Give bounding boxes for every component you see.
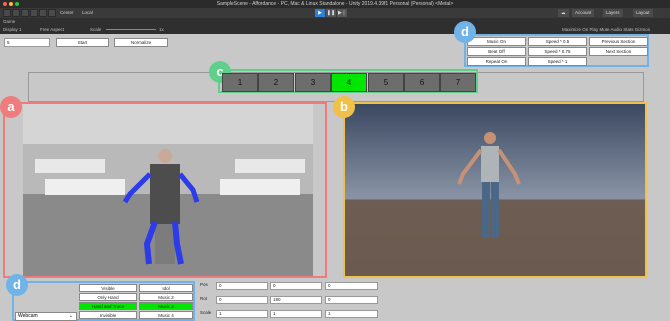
music-option-button[interactable]: Idol (139, 284, 193, 292)
number-button-4[interactable]: 4 (331, 73, 367, 92)
label-badge-a: a (0, 96, 22, 118)
game-view-options[interactable]: Maximize On Play Mute Audio Stats Gizmos (562, 27, 650, 32)
normalize-button[interactable]: Normalize (114, 38, 168, 47)
avatar-view (345, 104, 645, 276)
pivot-local-button[interactable]: Local (82, 10, 93, 16)
rect-tool-icon[interactable] (39, 9, 47, 17)
frame-input[interactable]: 5 (4, 38, 50, 47)
window-title: SampleScene - Affordance - PC, Mac & Lin… (216, 1, 454, 7)
music-on-button[interactable]: Music On (467, 37, 526, 46)
zoom-window-icon[interactable] (15, 2, 19, 6)
number-button-1[interactable]: 1 (222, 73, 258, 92)
number-button-5[interactable]: 5 (368, 73, 404, 92)
visibility-option-button[interactable]: Hand and Trace (79, 302, 137, 310)
number-button-6[interactable]: 6 (404, 73, 440, 92)
unity-toolbar: Center Local ▶ ❚❚ ▶❘ ☁ Account Layers La… (0, 8, 670, 18)
scale-label: Scale (200, 310, 212, 315)
webcam-view-frame (3, 102, 327, 278)
pause-button[interactable]: ❚❚ (326, 9, 336, 17)
music-option-button[interactable]: Music 3 (139, 302, 193, 310)
scale-value: 1x (159, 27, 164, 32)
source-select[interactable]: Webcam ⌄ (15, 312, 77, 321)
layout-dropdown[interactable]: Layout (633, 9, 653, 17)
avatar-view-frame (343, 102, 647, 278)
scale-field-z[interactable]: 1 (325, 310, 378, 318)
rot-field-x[interactable]: 0 (216, 296, 268, 304)
game-tab[interactable]: Game (3, 19, 15, 24)
rot-field-y[interactable]: 180 (270, 296, 322, 304)
source-select-value: Webcam (18, 313, 38, 319)
number-button-7[interactable]: 7 (440, 73, 476, 92)
webcam-view (23, 104, 313, 276)
pos-field-x[interactable]: 0 (216, 282, 268, 290)
rot-field-z[interactable]: 0 (325, 296, 378, 304)
hand-tool-icon[interactable] (3, 9, 11, 17)
display-dropdown[interactable]: Display 1 (3, 27, 22, 32)
scale-tool-icon[interactable] (30, 9, 38, 17)
start-button[interactable]: Start (56, 38, 109, 47)
play-button[interactable]: ▶ (315, 9, 325, 17)
label-badge-d-top: d (454, 21, 476, 43)
next-section-button[interactable]: Next Section (589, 47, 648, 56)
music-option-button[interactable]: Music 2 (139, 293, 193, 301)
number-button-2[interactable]: 2 (258, 73, 294, 92)
visibility-option-button[interactable]: Invisible (79, 311, 137, 319)
close-window-icon[interactable] (3, 2, 7, 6)
visibility-option-button[interactable]: Visible (79, 284, 137, 292)
speed-half-button[interactable]: Speed * 0.5 (528, 37, 587, 46)
title-bar: SampleScene - Affordance - PC, Mac & Lin… (0, 0, 670, 8)
pivot-center-button[interactable]: Center (60, 10, 74, 16)
chevron-down-icon: ⌄ (68, 313, 73, 319)
rot-label: Rot (200, 296, 208, 301)
cloud-icon[interactable]: ☁ (558, 9, 569, 17)
move-tool-icon[interactable] (12, 9, 20, 17)
account-dropdown[interactable]: Account (572, 9, 595, 17)
previous-section-button[interactable]: Previous Section (589, 37, 648, 46)
label-badge-d-bottom: d (6, 274, 28, 296)
layers-dropdown[interactable]: Layers (603, 9, 623, 17)
music-option-button[interactable]: Music 4 (139, 311, 193, 319)
pos-field-y[interactable]: 0 (270, 282, 322, 290)
scale-slider[interactable] (106, 29, 156, 30)
minimize-window-icon[interactable] (9, 2, 13, 6)
label-badge-b: b (333, 96, 355, 118)
aspect-dropdown[interactable]: Free Aspect (40, 27, 64, 32)
speed-three-quarter-button[interactable]: Speed * 0.75 (528, 47, 587, 56)
step-button[interactable]: ▶❘ (337, 9, 347, 17)
speed-one-button[interactable]: Speed * 1 (528, 57, 587, 66)
transform-tool-icon[interactable] (48, 9, 56, 17)
repeat-on-button[interactable]: Repeat On (467, 57, 526, 66)
visibility-option-button[interactable]: Only Hand (79, 293, 137, 301)
game-view-canvas: 5 Start Normalize Music On Beat Off Repe… (0, 21, 670, 321)
scale-label: Scale (90, 27, 102, 32)
scale-field-y[interactable]: 1 (270, 310, 322, 318)
rotate-tool-icon[interactable] (21, 9, 29, 17)
scale-field-x[interactable]: 1 (216, 310, 268, 318)
pos-label: Pos (200, 282, 208, 287)
number-button-3[interactable]: 3 (295, 73, 331, 92)
game-view-header: Game Display 1 Free Aspect Scale 1x Maxi… (0, 18, 670, 34)
pos-field-z[interactable]: 0 (325, 282, 378, 290)
beat-off-button[interactable]: Beat Off (467, 47, 526, 56)
